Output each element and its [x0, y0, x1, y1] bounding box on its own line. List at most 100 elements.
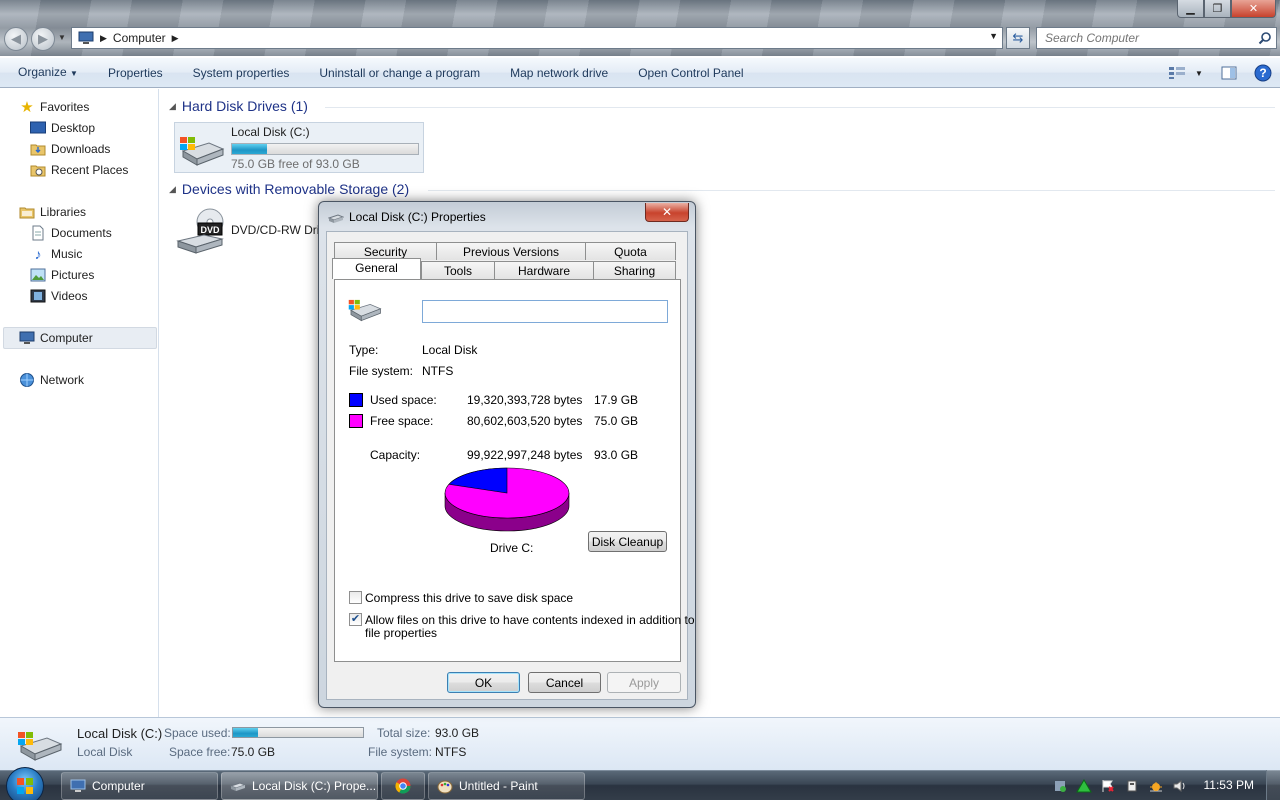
- tab-hardware[interactable]: Hardware: [494, 261, 594, 279]
- volume-icon[interactable]: [1172, 778, 1188, 794]
- used-space-swatch: [349, 393, 363, 407]
- tab-sharing[interactable]: Sharing: [593, 261, 676, 279]
- capacity-bytes: 99,922,997,248 bytes: [467, 448, 583, 462]
- tray-arrow-icon[interactable]: [1076, 778, 1092, 794]
- nav-desktop[interactable]: Desktop: [30, 118, 95, 138]
- back-button[interactable]: ◀: [4, 27, 28, 51]
- address-bar[interactable]: ▶ Computer ▶ ▼: [71, 27, 1003, 49]
- nav-favorites-label: Favorites: [40, 100, 90, 114]
- free-space-bytes: 80,602,603,520 bytes: [467, 414, 583, 428]
- collapse-triangle-icon[interactable]: ◢: [169, 184, 176, 195]
- tab-quota[interactable]: Quota: [585, 242, 676, 260]
- address-dropdown-icon[interactable]: ▼: [989, 31, 998, 41]
- close-button[interactable]: ✕: [1231, 0, 1276, 18]
- action-center-icon[interactable]: [1052, 778, 1068, 794]
- taskbar-chrome[interactable]: [381, 772, 425, 800]
- start-button[interactable]: [6, 767, 44, 800]
- change-view-icon[interactable]: [1166, 64, 1188, 82]
- search-box[interactable]: [1036, 27, 1277, 49]
- search-input[interactable]: [1037, 28, 1247, 48]
- compress-drive-label: Compress this drive to save disk space: [365, 591, 574, 605]
- preview-pane-icon[interactable]: [1218, 64, 1240, 82]
- divider: [349, 333, 666, 334]
- forward-button[interactable]: ▶: [31, 27, 55, 51]
- local-disk-tile[interactable]: Local Disk (C:) 75.0 GB free of 93.0 GB: [174, 122, 424, 173]
- nav-downloads[interactable]: Downloads: [30, 139, 110, 159]
- tab-tools[interactable]: Tools: [421, 261, 495, 279]
- minimize-button[interactable]: ▁: [1177, 0, 1204, 18]
- downloads-folder-icon: [30, 141, 46, 157]
- nav-libraries[interactable]: Libraries: [19, 202, 86, 222]
- nav-recent-places[interactable]: Recent Places: [30, 160, 128, 180]
- index-contents-checkbox[interactable]: ✔: [349, 613, 362, 626]
- show-desktop-button[interactable]: [1266, 770, 1280, 800]
- cancel-button[interactable]: Cancel: [528, 672, 601, 693]
- nav-pictures[interactable]: Pictures: [30, 265, 94, 285]
- taskbar-properties[interactable]: Local Disk (C:) Prope...: [221, 772, 378, 800]
- tab-previous-versions[interactable]: Previous Versions: [436, 242, 586, 260]
- file-system-value: NTFS: [422, 364, 454, 378]
- computer-icon: [19, 330, 35, 346]
- nav-computer-label: Computer: [40, 331, 93, 345]
- dialog-body: Security Previous Versions Quota General…: [326, 231, 695, 700]
- tab-general[interactable]: General: [332, 258, 421, 279]
- details-total-size-label: Total size:: [377, 726, 431, 740]
- hard-drive-icon: [180, 137, 225, 166]
- disk-usage-pie-chart: [444, 467, 570, 532]
- local-disk-name: Local Disk (C:): [231, 125, 310, 139]
- documents-icon: [30, 225, 46, 241]
- dvd-drive-name[interactable]: DVD/CD-RW Driv: [231, 223, 325, 237]
- capacity-label: Capacity:: [370, 448, 421, 462]
- nav-music[interactable]: ♪ Music: [30, 244, 83, 264]
- disk-cleanup-button[interactable]: Disk Cleanup: [588, 531, 667, 552]
- music-icon: ♪: [34, 246, 42, 262]
- system-properties-button[interactable]: System properties: [178, 58, 305, 88]
- uninstall-program-button[interactable]: Uninstall or change a program: [304, 58, 495, 88]
- desktop-icon: [30, 120, 46, 136]
- group-divider: [428, 190, 1275, 191]
- details-pane: Local Disk (C:) Local Disk Space used: S…: [0, 717, 1280, 770]
- properties-button[interactable]: Properties: [93, 58, 178, 88]
- breadcrumb-arrow-icon[interactable]: ▶: [100, 33, 107, 44]
- flag-icon[interactable]: [1100, 778, 1116, 794]
- restore-button[interactable]: ❐: [1204, 0, 1231, 18]
- recent-pages-dropdown[interactable]: ▼: [58, 33, 66, 42]
- type-value: Local Disk: [422, 343, 478, 357]
- help-icon[interactable]: ?: [1252, 64, 1274, 82]
- collapse-triangle-icon[interactable]: ◢: [169, 101, 176, 112]
- command-bar: Organize ▼ Properties System properties …: [0, 58, 1280, 88]
- power-plug-icon[interactable]: [1124, 778, 1140, 794]
- open-control-panel-button[interactable]: Open Control Panel: [623, 58, 758, 88]
- index-contents-label-line2: file properties: [365, 626, 438, 640]
- removable-group-header[interactable]: ◢ Devices with Removable Storage (2): [169, 181, 409, 197]
- taskbar-clock[interactable]: 11:53 PM: [1204, 778, 1254, 792]
- drive-name-input[interactable]: [422, 300, 668, 323]
- organize-label: Organize: [18, 64, 67, 79]
- divider: [349, 385, 666, 386]
- organize-menu[interactable]: Organize ▼: [0, 57, 93, 89]
- ok-button[interactable]: OK: [447, 672, 520, 693]
- taskbar-paint[interactable]: Untitled - Paint: [428, 772, 585, 800]
- details-space-free-value: 75.0 GB: [231, 745, 276, 759]
- map-network-drive-button[interactable]: Map network drive: [495, 58, 623, 88]
- refresh-button[interactable]: ⇆: [1006, 27, 1030, 49]
- nav-favorites[interactable]: ★ Favorites: [19, 97, 89, 117]
- nav-videos[interactable]: Videos: [30, 286, 87, 306]
- view-dropdown-icon[interactable]: ▼: [1194, 64, 1204, 82]
- breadcrumb-computer[interactable]: Computer: [113, 31, 166, 45]
- compress-drive-checkbox[interactable]: [349, 591, 362, 604]
- taskbar-computer[interactable]: Computer: [61, 772, 218, 800]
- window-controls: ▁ ❐ ✕: [1177, 0, 1276, 18]
- nav-computer[interactable]: Computer: [19, 328, 93, 348]
- breadcrumb-arrow-icon[interactable]: ▶: [172, 33, 179, 44]
- hard-disk-group-header[interactable]: ◢ Hard Disk Drives (1): [169, 98, 308, 114]
- details-usage-fill: [233, 728, 258, 737]
- chevron-down-icon: ▼: [70, 68, 78, 78]
- apply-button[interactable]: Apply: [607, 672, 681, 693]
- dialog-close-button[interactable]: ✕: [645, 203, 689, 222]
- taskbar-computer-label: Computer: [92, 779, 145, 793]
- nav-documents[interactable]: Documents: [30, 223, 112, 243]
- dvd-drive-icon[interactable]: DVD: [176, 207, 226, 255]
- nav-network[interactable]: Network: [19, 370, 84, 390]
- network-status-icon[interactable]: [1148, 778, 1164, 794]
